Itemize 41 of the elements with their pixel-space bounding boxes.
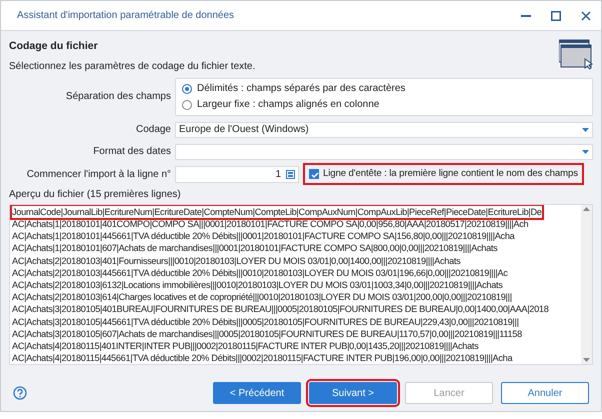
field-label: Codage bbox=[134, 123, 172, 138]
field-label: Format des dates bbox=[92, 145, 172, 160]
calculator-icon bbox=[286, 170, 295, 179]
preview-line: AC|Achats|3|20180105|607|Achats de marchandises|||0005|20180105|FOURNITURES DE BUREAU|1170,57|0,00|||20210819|||11158 bbox=[12, 328, 522, 340]
preview-line: AC|Achats|1|20180101|607|Achats de marchandises|||0001|20180101|FACTURE COMPO SA|800,00|0,00|||20210819||||Achats bbox=[12, 242, 498, 255]
wizard-button[interactable]: Annuler bbox=[501, 382, 589, 404]
preview-line: AC|Achats|1|20180101|401COMPO|COMPO SA|||0001|20180101|FACTURE COMPO SA|0,00|956,80|AAA|20180517|20210819||||Ach bbox=[12, 218, 528, 230]
preview-line: AC|Achats|2|20180103|401|Fournisseurs|||0010|20180103|LOYER DU MOIS 03/01|0,00|1400,00|||20210819||||Achats bbox=[12, 254, 460, 267]
preview-line: JournalCode|JournalLib|EcritureNum|EcritureDate|CompteNum|CompteLib|CompAuxNum|CompAuxLib|PieceRef|PieceDate|EcritureLib|De bbox=[12, 206, 542, 218]
wizard-button[interactable]: Suivant > bbox=[309, 382, 397, 404]
header-line-checkbox[interactable]: Ligne d'entête : la première ligne contient le nom des champs bbox=[306, 166, 581, 182]
radio-button[interactable] bbox=[182, 100, 192, 110]
close-icon[interactable] bbox=[581, 10, 591, 20]
window-title: Assistant d'importation paramétrable de données bbox=[17, 9, 234, 23]
preview-line: AC|Achats|2|20180103|6132|Locations immobilières|||0010|20180103|LOYER DU MOIS 03/01|1003,34|0,00|||20210819||||Achats bbox=[12, 278, 503, 292]
window-icon bbox=[559, 39, 593, 71]
checkmark-icon bbox=[310, 170, 320, 180]
scroll-down-icon[interactable] bbox=[583, 356, 590, 364]
preview-line: AC|Achats|4|20180115|401INTER|INTER PUB|||0002|20180115|FACTURE INTER PUB|0,00|1435,20|||20210819||||Achats bbox=[12, 340, 478, 352]
maximize-icon[interactable] bbox=[551, 10, 561, 20]
radio-button[interactable] bbox=[182, 84, 192, 94]
preview-line: AC|Achats|4|20180115|445661|TVA déductible 20% Débits|||0002|20180115|FACTURE INTER PUB|196,00|0,00|||20210819||||Acha bbox=[12, 352, 512, 364]
preview-line: AC|Achats|1|20180101|445661|TVA déductible 20% Débits|||0001|20180101|FACTURE COMPO SA|156,80|0,00|||20210819||||Acha bbox=[12, 230, 514, 242]
wizard-button[interactable]: < Précédent bbox=[213, 382, 301, 404]
preview-line: AC|Achats|3|20180105|401BUREAU|FOURNITURES DE BUREAU|||0005|20180105|FOURNITURES DE BUREAU|0,00|1400,00|AAA|2018 bbox=[12, 303, 549, 316]
help-icon[interactable] bbox=[13, 386, 27, 400]
preview-label: Aperçu du fichier (15 premières lignes) bbox=[9, 188, 182, 202]
section-title: Codage du fichier bbox=[9, 39, 99, 54]
option-label: Largeur fixe : champs alignés en colonne bbox=[197, 98, 380, 112]
option-label: Délimités : champs séparés par des caractères bbox=[197, 82, 406, 96]
preview-line: AC|Achats|3|20180105|445661|TVA déductible 20% Débits|||0005|20180105|FOURNITURES DE BUREAU|229,43|0,00|||20210819||| bbox=[12, 316, 519, 328]
encoding-select[interactable]: Europe de l'Ouest (Windows) bbox=[175, 122, 593, 138]
dropdown-icon bbox=[582, 128, 589, 132]
field-label: Commencer l'import à la ligne n° bbox=[26, 168, 172, 182]
preview-line: AC|Achats|2|20180103|445661|TVA déductible 20% Débits|||0010|20180103|LOYER DU MOIS 03/01|196,66|0,00|||20210819||||Ac bbox=[12, 266, 508, 279]
dropdown-icon bbox=[582, 150, 589, 154]
scroll-up-icon[interactable] bbox=[583, 204, 590, 213]
section-subtitle: Sélectionnez les paramètres de codage du fichier texte. bbox=[9, 60, 256, 74]
field-label: Séparation des champs bbox=[64, 90, 172, 104]
line-number-field[interactable]: 1 bbox=[175, 166, 299, 183]
preview-line: AC|Achats|2|20180103|614|Charges locatives et de copropriété|||0010|20180103|LOYER DU MOIS 03/01|200,00|0,00|||20210819||| bbox=[12, 291, 512, 304]
